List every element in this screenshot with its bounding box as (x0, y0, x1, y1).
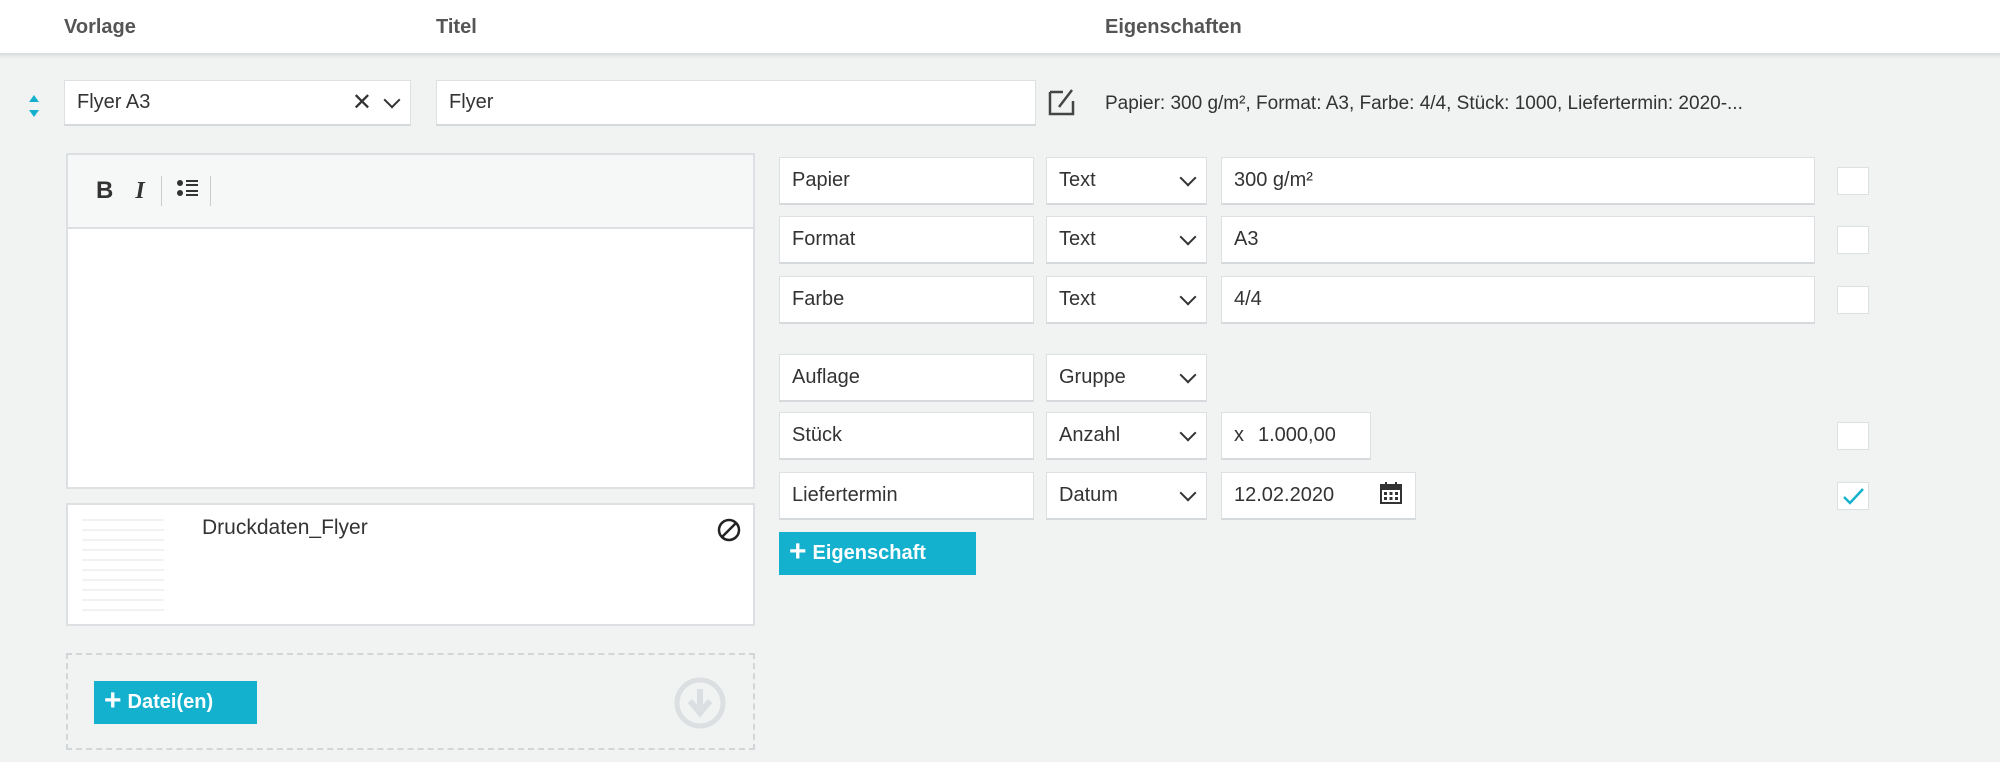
editor-toolbar: B I (68, 155, 753, 229)
property-checkbox[interactable] (1837, 226, 1869, 254)
chevron-down-icon (1179, 228, 1197, 245)
divider (160, 176, 162, 206)
property-value: 12.02.2020 (1234, 484, 1335, 506)
property-value: 4/4 (1234, 288, 1262, 310)
property-type: Anzahl (1059, 424, 1121, 446)
property-checkbox[interactable] (1837, 482, 1869, 510)
multiply-prefix: x (1234, 424, 1244, 446)
calendar-icon[interactable] (1379, 481, 1403, 511)
property-type-select[interactable]: Anzahl (1046, 412, 1207, 460)
property-type: Text (1059, 228, 1096, 250)
file-name: Druckdaten_Flyer (202, 516, 368, 539)
file-item[interactable]: Druckdaten_Flyer (66, 503, 755, 626)
chevron-down-icon[interactable] (383, 91, 401, 108)
properties-summary: Papier: 300 g/m², Format: A3, Farbe: 4/4… (1105, 93, 1743, 114)
edit-icon[interactable] (1047, 86, 1079, 118)
property-value: 300 g/m² (1234, 169, 1313, 191)
vorlage-select[interactable]: Flyer A3 ✕ (64, 80, 411, 126)
property-value: 1.000,00 (1258, 424, 1336, 446)
header-vorlage: Vorlage (64, 16, 136, 38)
property-name-input[interactable]: Stück (779, 412, 1034, 460)
bullet-list-icon[interactable] (176, 178, 200, 204)
vorlage-value: Flyer A3 (77, 91, 151, 113)
property-type-select[interactable]: Text (1046, 157, 1207, 205)
property-checkbox[interactable] (1837, 422, 1869, 450)
chevron-down-icon (1179, 169, 1197, 186)
property-name: Format (792, 228, 856, 250)
property-name-input[interactable]: Auflage (779, 354, 1034, 402)
download-icon (674, 677, 726, 735)
property-name-input[interactable]: Papier (779, 157, 1034, 205)
property-name: Papier (792, 169, 850, 191)
property-name-input[interactable]: Liefertermin (779, 472, 1034, 520)
close-icon[interactable]: ✕ (352, 88, 372, 117)
property-name: Liefertermin (792, 484, 898, 506)
add-file-label: Datei(en) (127, 691, 214, 713)
property-value-input[interactable]: 300 g/m² (1221, 157, 1815, 205)
property-name: Stück (792, 424, 843, 446)
column-header: Vorlage Titel Eigenschaften (0, 0, 2000, 55)
property-name-input[interactable]: Format (779, 216, 1034, 264)
chevron-down-icon (1179, 424, 1197, 441)
property-type-select[interactable]: Datum (1046, 472, 1207, 520)
property-checkbox[interactable] (1837, 167, 1869, 195)
property-name: Auflage (792, 366, 860, 388)
titel-input[interactable]: Flyer (436, 80, 1036, 126)
property-type-select[interactable]: Gruppe (1046, 354, 1207, 402)
chevron-down-icon (1179, 288, 1197, 305)
chevron-down-icon (1179, 366, 1197, 383)
plus-icon: + (789, 535, 807, 568)
titel-value: Flyer (449, 91, 494, 113)
italic-button[interactable]: I (135, 178, 144, 205)
property-value-input[interactable]: 12.02.2020 (1221, 472, 1416, 520)
file-thumbnail (82, 511, 164, 619)
bold-button[interactable]: B (96, 177, 113, 205)
sort-handle-icon[interactable] (26, 93, 42, 119)
property-value-input[interactable]: x 1.000,00 (1221, 412, 1371, 460)
add-property-label: Eigenschaft (812, 542, 926, 564)
chevron-down-icon (1179, 484, 1197, 501)
property-type-select[interactable]: Text (1046, 216, 1207, 264)
property-value-input[interactable]: 4/4 (1221, 276, 1815, 324)
add-file-button[interactable]: + Datei(en) (94, 681, 257, 724)
property-type: Text (1059, 288, 1096, 310)
rich-text-editor[interactable]: B I (66, 153, 755, 489)
file-dropzone[interactable]: + Datei(en) (66, 653, 755, 750)
property-checkbox[interactable] (1837, 286, 1869, 314)
property-type: Datum (1059, 484, 1118, 506)
header-eigenschaften: Eigenschaften (1105, 16, 1242, 38)
property-name: Farbe (792, 288, 845, 310)
property-value: A3 (1234, 228, 1259, 250)
property-type: Gruppe (1059, 366, 1126, 388)
property-value-input[interactable]: A3 (1221, 216, 1815, 264)
plus-icon: + (104, 684, 122, 717)
property-type-select[interactable]: Text (1046, 276, 1207, 324)
divider (209, 176, 211, 206)
header-titel: Titel (436, 16, 477, 38)
remove-file-icon[interactable] (716, 517, 742, 549)
add-property-button[interactable]: + Eigenschaft (779, 532, 976, 575)
property-name-input[interactable]: Farbe (779, 276, 1034, 324)
property-type: Text (1059, 169, 1096, 191)
check-icon (1843, 488, 1864, 505)
